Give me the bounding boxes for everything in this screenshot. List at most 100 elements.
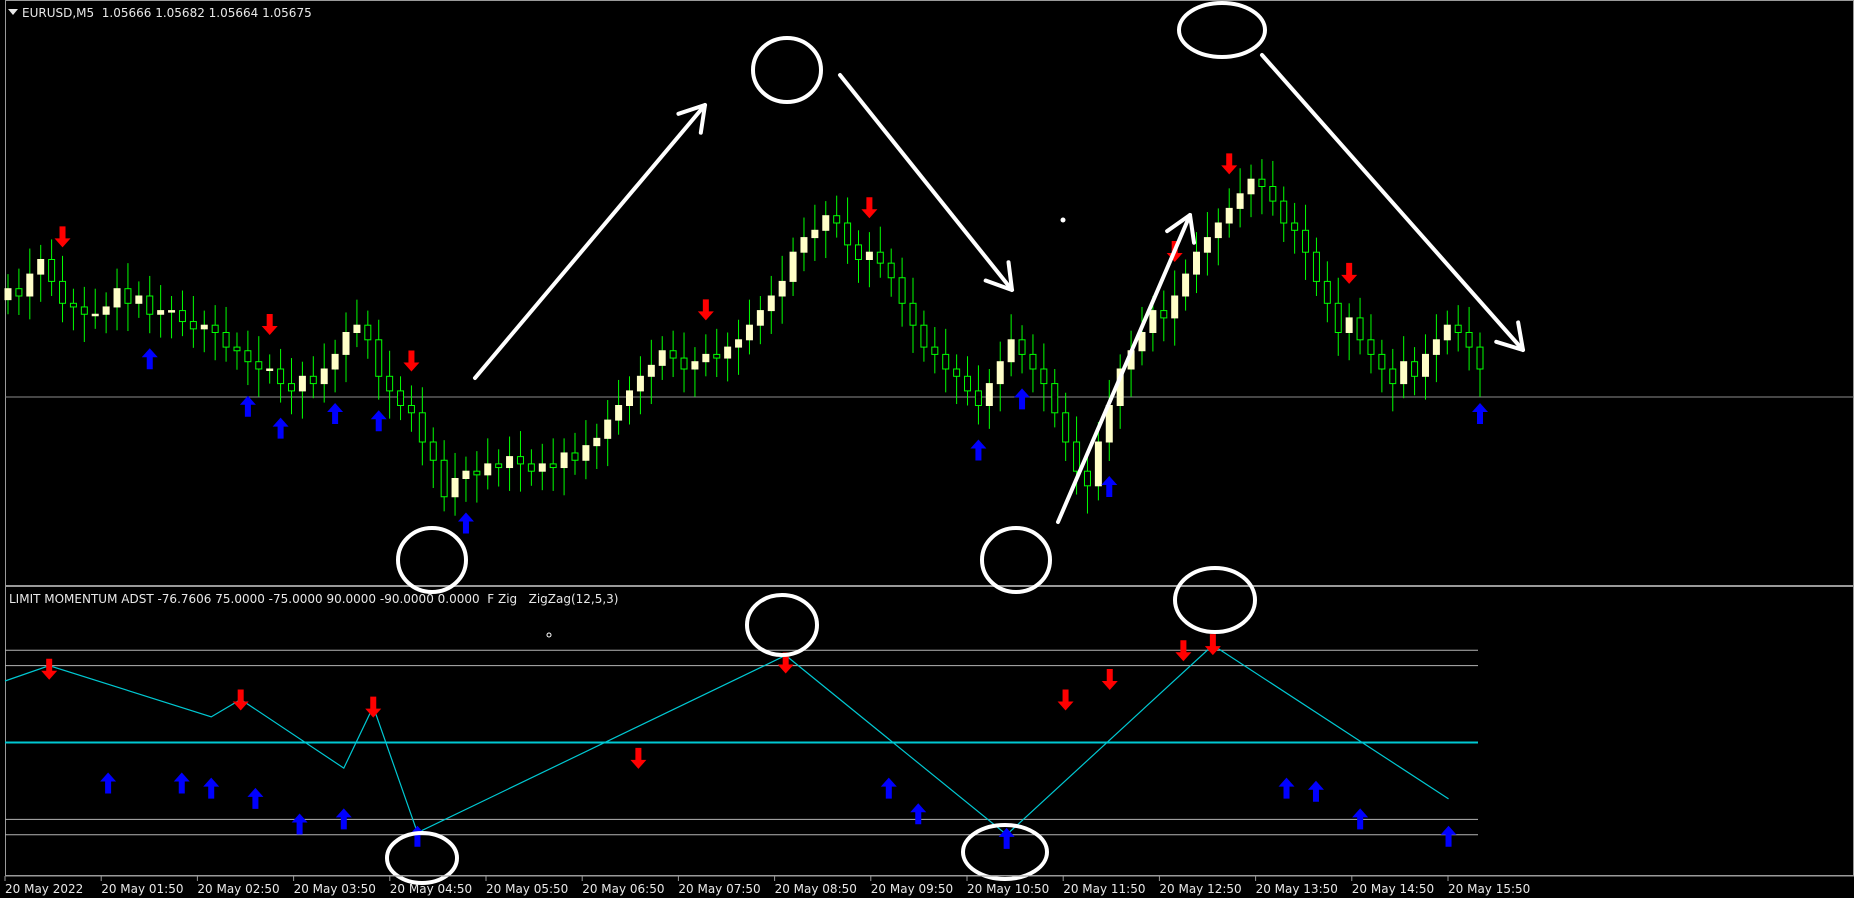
candle-body bbox=[484, 463, 492, 476]
indicator-down-arrow-icon bbox=[41, 658, 58, 680]
indicator-down-arrow-icon bbox=[1057, 689, 1074, 711]
candle-body bbox=[538, 463, 546, 472]
buy-signal-arrow-icon bbox=[1101, 476, 1118, 497]
candle-body bbox=[1291, 222, 1299, 231]
candle-body bbox=[1247, 178, 1255, 195]
sell-signal-arrow-icon bbox=[54, 226, 71, 248]
candle-body bbox=[909, 302, 917, 326]
candle-body bbox=[527, 463, 535, 472]
time-axis-label: 20 May 14:50 bbox=[1352, 882, 1434, 896]
candle-body bbox=[647, 364, 655, 377]
buy-signal-arrow-icon bbox=[970, 439, 987, 461]
candle-body bbox=[146, 295, 154, 315]
candle-body bbox=[1225, 207, 1233, 224]
time-axis-label: 20 May 04:50 bbox=[390, 882, 472, 896]
candle-body bbox=[69, 302, 77, 308]
candle-body bbox=[1160, 310, 1168, 319]
candle-body bbox=[135, 295, 143, 304]
candle-body bbox=[91, 313, 99, 317]
candle-body bbox=[604, 419, 612, 439]
candle-body bbox=[702, 353, 710, 363]
candle-body bbox=[1062, 412, 1070, 443]
candle-body bbox=[1171, 295, 1179, 319]
buy-signal-arrow-icon bbox=[1472, 403, 1488, 424]
candle-body bbox=[48, 259, 56, 282]
candle-body bbox=[1214, 222, 1222, 239]
candle-body bbox=[1334, 302, 1342, 333]
indicator-up-arrow-icon bbox=[409, 825, 426, 847]
candle-body bbox=[996, 361, 1004, 385]
candle-body bbox=[266, 368, 274, 371]
candle-body bbox=[735, 339, 743, 348]
annotation-circle bbox=[745, 593, 819, 657]
candle-body bbox=[1389, 368, 1397, 385]
candle-body bbox=[1411, 361, 1419, 377]
candle-body bbox=[1193, 251, 1201, 275]
candle-body bbox=[331, 353, 339, 370]
candle-body bbox=[375, 339, 383, 377]
candle-body bbox=[1007, 339, 1015, 363]
candle-body bbox=[495, 463, 503, 469]
candle-body bbox=[811, 229, 819, 239]
candle-body bbox=[364, 324, 372, 341]
candle-body bbox=[1094, 441, 1102, 487]
annotation-circle bbox=[980, 526, 1052, 594]
candle-body bbox=[1018, 339, 1026, 355]
candle-body bbox=[1465, 332, 1473, 348]
annotation-arrow-line bbox=[473, 103, 707, 380]
candle-body bbox=[1073, 441, 1081, 472]
annotation-circle bbox=[396, 526, 468, 594]
candle-body bbox=[506, 456, 514, 469]
candle-body bbox=[1029, 353, 1037, 370]
chart-window[interactable]: EURUSD,M5 1.05666 1.05682 1.05664 1.0567… bbox=[0, 0, 1854, 898]
buy-signal-arrow-icon bbox=[272, 417, 289, 439]
indicator-up-arrow-icon bbox=[203, 777, 220, 799]
candle-body bbox=[233, 346, 241, 352]
candle-body bbox=[942, 353, 950, 370]
candle-body bbox=[865, 251, 873, 260]
candle-body bbox=[473, 470, 481, 476]
time-axis-label: 20 May 13:50 bbox=[1256, 882, 1338, 896]
time-axis-label: 20 May 11:50 bbox=[1063, 882, 1145, 896]
indicator-down-arrow-icon bbox=[1101, 668, 1118, 690]
candle-body bbox=[931, 346, 939, 355]
indicator-up-arrow-icon bbox=[1278, 777, 1295, 799]
candle-body bbox=[800, 237, 808, 253]
candle-body bbox=[451, 478, 459, 498]
indicator-up-arrow-icon bbox=[1440, 825, 1457, 847]
candle-body bbox=[876, 251, 884, 264]
candle-body bbox=[789, 251, 797, 282]
candle-body bbox=[462, 470, 470, 480]
candle-body bbox=[669, 350, 677, 359]
candle-body bbox=[1236, 193, 1244, 209]
candle-body bbox=[1476, 346, 1484, 370]
chart-canvas: 20 May 2022 20 May 01:50 20 May 02:50 20 Ma… bbox=[4, 1, 1854, 896]
time-axis-label: 20 May 2022 bbox=[5, 882, 83, 896]
candle-body bbox=[26, 273, 34, 297]
candle-body bbox=[844, 222, 852, 246]
sell-signal-arrow-icon bbox=[1221, 153, 1238, 175]
candle-body bbox=[124, 288, 132, 304]
candle-body bbox=[1454, 324, 1462, 334]
candle-body bbox=[200, 324, 208, 330]
candle-body bbox=[1345, 317, 1353, 333]
time-axis-label: 20 May 06:50 bbox=[582, 882, 664, 896]
annotation-circle bbox=[1173, 566, 1257, 634]
candle-body bbox=[767, 295, 775, 312]
candle-body bbox=[168, 310, 176, 313]
time-axis-label: 20 May 09:50 bbox=[871, 882, 953, 896]
candle-body bbox=[680, 357, 688, 370]
candle-body bbox=[1040, 368, 1048, 385]
candle-body bbox=[854, 244, 862, 260]
buy-signal-arrow-icon bbox=[141, 348, 158, 370]
candle-body bbox=[189, 321, 197, 330]
candle-body bbox=[222, 332, 230, 348]
candle-body bbox=[1312, 251, 1320, 282]
indicator-up-arrow-icon bbox=[880, 777, 897, 799]
candle-body bbox=[15, 288, 23, 297]
candle-body bbox=[440, 459, 448, 498]
time-axis-label: 20 May 10:50 bbox=[967, 882, 1049, 896]
candle-body bbox=[756, 310, 764, 326]
candle-body bbox=[1421, 353, 1429, 377]
candle-body bbox=[1443, 324, 1451, 341]
